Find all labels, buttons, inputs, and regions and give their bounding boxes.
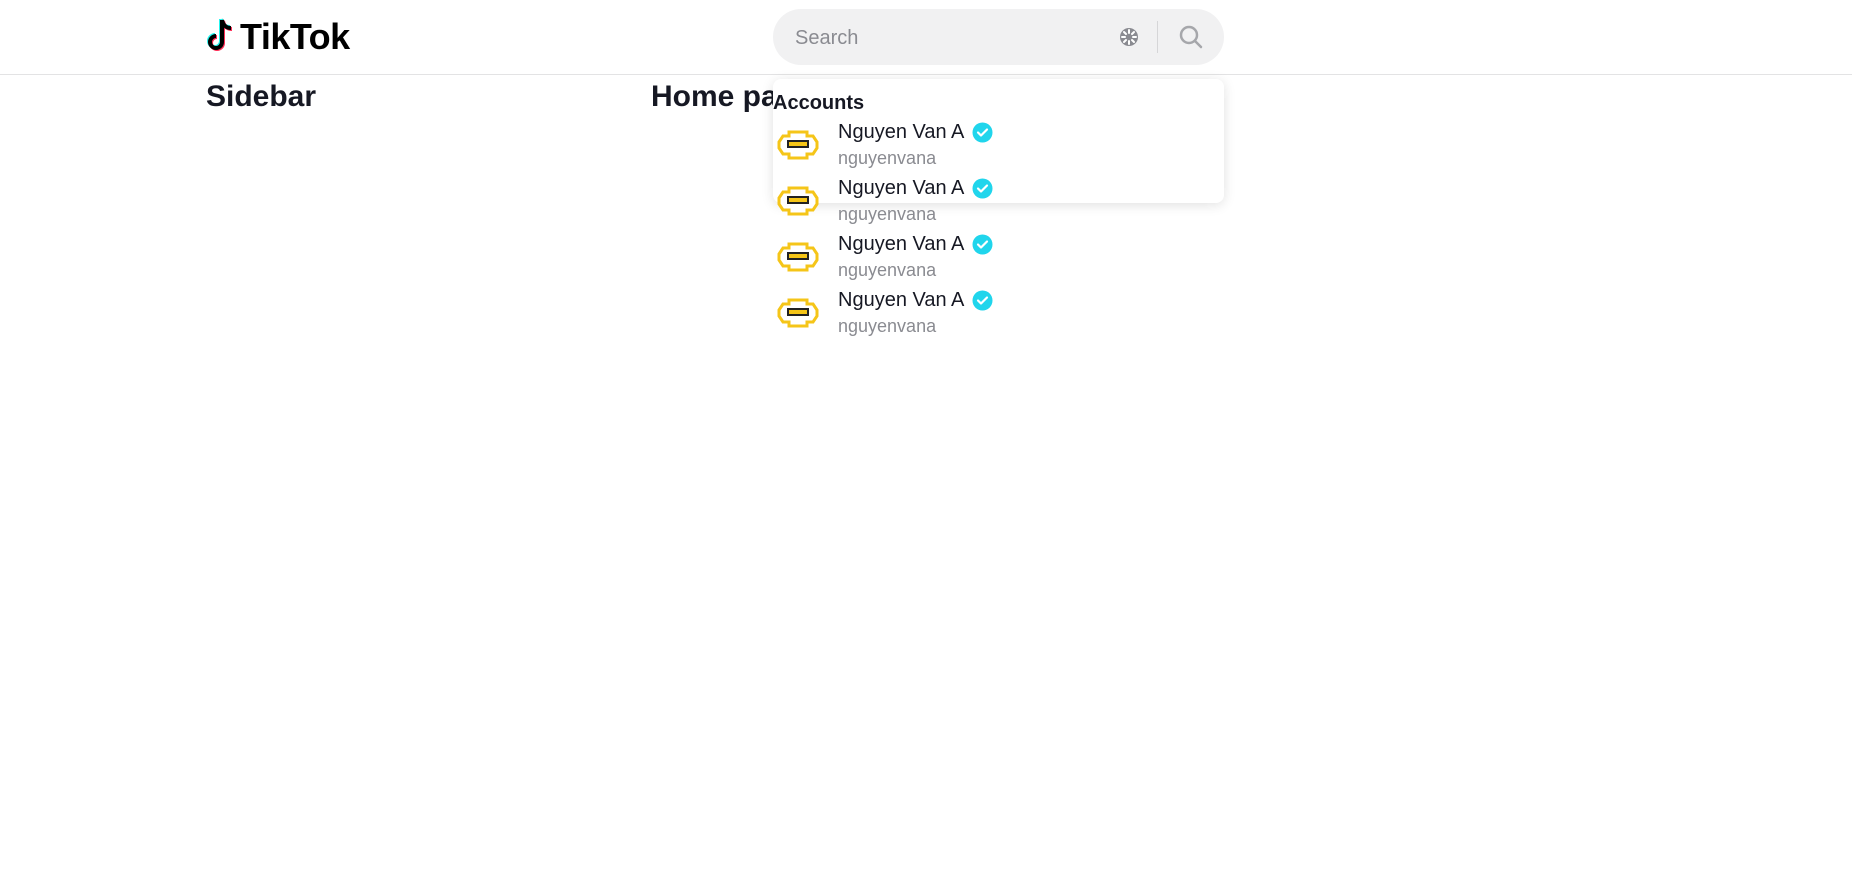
search-box [773,9,1224,67]
avatar [777,238,819,276]
account-item[interactable]: Nguyen Van A nguyenvana [773,286,1224,342]
account-name: Nguyen Van A [838,176,965,199]
tiktok-logo[interactable]: TikTok [206,16,350,58]
verified-check-icon [972,234,993,254]
header: TikTok [0,0,1852,75]
account-item[interactable]: Nguyen Van A nguyenvana [773,174,1224,230]
tiktok-note-icon [207,18,233,51]
loading-clear-icon[interactable] [1117,25,1141,49]
search-icon [1179,25,1203,49]
account-username: nguyenvana [838,316,937,336]
account-name: Nguyen Van A [838,232,965,255]
verified-check-icon [972,122,993,142]
verified-check-icon [972,290,993,310]
account-item[interactable]: Nguyen Van A nguyenvana [773,118,1224,174]
search-button[interactable] [1158,9,1224,65]
verified-check-icon [972,178,993,198]
account-item[interactable]: Nguyen Van A nguyenvana [773,230,1224,286]
avatar [777,182,819,220]
logo-text: TikTok [240,16,350,57]
account-name: Nguyen Van A [838,288,965,311]
sidebar-title: Sidebar [206,80,317,113]
account-username: nguyenvana [838,204,937,224]
account-username: nguyenvana [838,148,937,168]
avatar [777,294,819,332]
account-username: nguyenvana [838,260,937,280]
account-name: Nguyen Van A [838,120,965,143]
accounts-section-label: Accounts [773,92,865,114]
avatar [777,126,819,164]
home-page-title: Home pa [651,80,778,113]
search-input[interactable] [793,9,1097,67]
